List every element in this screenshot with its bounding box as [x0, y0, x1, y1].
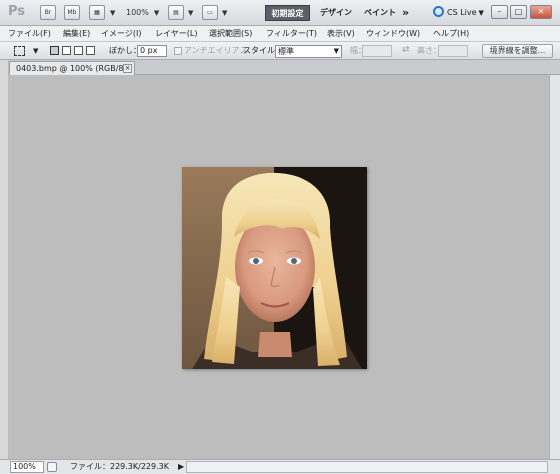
- chevron-down-icon: ▼: [333, 47, 339, 55]
- minimize-button[interactable]: –: [491, 5, 508, 19]
- document-image[interactable]: [182, 167, 367, 369]
- rectangular-marquee-icon[interactable]: [14, 46, 25, 56]
- view-extras-button[interactable]: ▦: [89, 5, 105, 20]
- document-tab-title: 0403.bmp @ 100% (RGB/8): [16, 64, 127, 73]
- workspace-painting-button[interactable]: ペイント: [364, 5, 396, 21]
- new-selection-icon[interactable]: [50, 46, 59, 55]
- photoshop-logo: Ps: [8, 4, 26, 19]
- close-icon[interactable]: ×: [123, 64, 132, 73]
- subtract-from-selection-icon[interactable]: [74, 46, 83, 55]
- maximize-button[interactable]: □: [510, 5, 527, 19]
- menu-bar: ファイル(F) 編集(E) イメージ(I) レイヤー(L) 選択範囲(S) フィ…: [0, 26, 560, 42]
- bridge-launcher-button[interactable]: Br: [40, 5, 56, 20]
- tool-preset-dropdown[interactable]: ▼: [33, 42, 38, 60]
- cs-live-label: CS Live: [447, 8, 477, 17]
- style-value: 標準: [278, 47, 294, 56]
- menu-image[interactable]: イメージ(I): [101, 26, 141, 42]
- status-bar: 100% ファイル：229.3K/229.3K ▶: [0, 459, 560, 474]
- cs-live-button[interactable]: CS Live ▼: [433, 5, 484, 21]
- document-tab[interactable]: 0403.bmp @ 100% (RGB/8) ×: [9, 61, 135, 75]
- menu-help[interactable]: ヘルプ(H): [433, 26, 469, 42]
- portrait-photo: [182, 167, 367, 369]
- intersect-selection-icon[interactable]: [86, 46, 95, 55]
- workspace-design-button[interactable]: デザイン: [320, 5, 352, 21]
- view-extras-dropdown[interactable]: ▼: [108, 5, 115, 20]
- screen-mode-dropdown[interactable]: ▼: [220, 5, 227, 20]
- file-size-info: ファイル：229.3K/229.3K: [70, 462, 169, 471]
- width-input: [362, 45, 392, 57]
- mini-bridge-button[interactable]: Mb: [64, 5, 80, 20]
- document-tab-strip: 0403.bmp @ 100% (RGB/8) ×: [9, 60, 560, 75]
- menu-select[interactable]: 選択範囲(S): [209, 26, 252, 42]
- menu-edit[interactable]: 編集(E): [63, 26, 90, 42]
- workspace-essentials-button[interactable]: 初期設定: [265, 5, 310, 21]
- more-workspaces-button[interactable]: »: [402, 5, 409, 21]
- menu-file[interactable]: ファイル(F): [8, 26, 51, 42]
- vertical-scrollbar[interactable]: [549, 75, 560, 459]
- status-menu-arrow-icon[interactable]: ▶: [178, 462, 184, 471]
- close-window-button[interactable]: ✕: [530, 5, 552, 19]
- screen-mode-icon: ▭: [207, 9, 213, 16]
- screen-mode-button[interactable]: ▭: [202, 5, 218, 20]
- chevron-down-icon: ▼: [188, 9, 194, 17]
- options-bar: ▼ ぼかし： 0 px アンチエイリアス スタイル： 標準 ▼ 幅： ⇄ 高さ： …: [0, 42, 560, 60]
- arrange-documents-button[interactable]: ▤: [168, 5, 184, 20]
- feather-input[interactable]: 0 px: [137, 45, 167, 57]
- antialias-label: アンチエイリアス: [184, 46, 248, 55]
- chevron-down-icon: ▼: [222, 9, 228, 17]
- zoom-level-dropdown[interactable]: 100% ▼: [126, 5, 159, 20]
- antialias-checkbox[interactable]: [174, 47, 182, 55]
- refine-edge-button[interactable]: 境界線を調整...: [482, 44, 553, 58]
- menu-view[interactable]: 表示(V): [327, 26, 355, 42]
- menu-window[interactable]: ウィンドウ(W): [366, 26, 420, 42]
- horizontal-scrollbar[interactable]: [186, 461, 548, 473]
- chevron-down-icon: ▼: [153, 9, 160, 17]
- chevron-down-icon: ▼: [478, 9, 484, 17]
- cs-live-icon: [433, 6, 444, 17]
- height-input: [438, 45, 468, 57]
- swap-dimensions-icon: ⇄: [402, 45, 410, 55]
- guides-icon: ▦: [94, 9, 100, 16]
- style-select[interactable]: 標準 ▼: [275, 45, 342, 58]
- arrange-icon: ▤: [173, 9, 179, 16]
- document-profile-icon[interactable]: [47, 462, 57, 472]
- chevron-down-icon: ▼: [110, 9, 116, 17]
- menu-filter[interactable]: フィルター(T): [266, 26, 317, 42]
- zoom-level-label: 100%: [126, 8, 149, 17]
- zoom-input[interactable]: 100%: [10, 461, 44, 473]
- add-to-selection-icon[interactable]: [62, 46, 71, 55]
- left-panel-strip: [0, 60, 9, 460]
- application-bar: Ps Br Mb ▦ ▼ 100% ▼ ▤ ▼ ▭ ▼ 初期設定 デザイン ペイン…: [0, 0, 560, 26]
- menu-layer[interactable]: レイヤー(L): [155, 26, 197, 42]
- arrange-dropdown[interactable]: ▼: [186, 5, 193, 20]
